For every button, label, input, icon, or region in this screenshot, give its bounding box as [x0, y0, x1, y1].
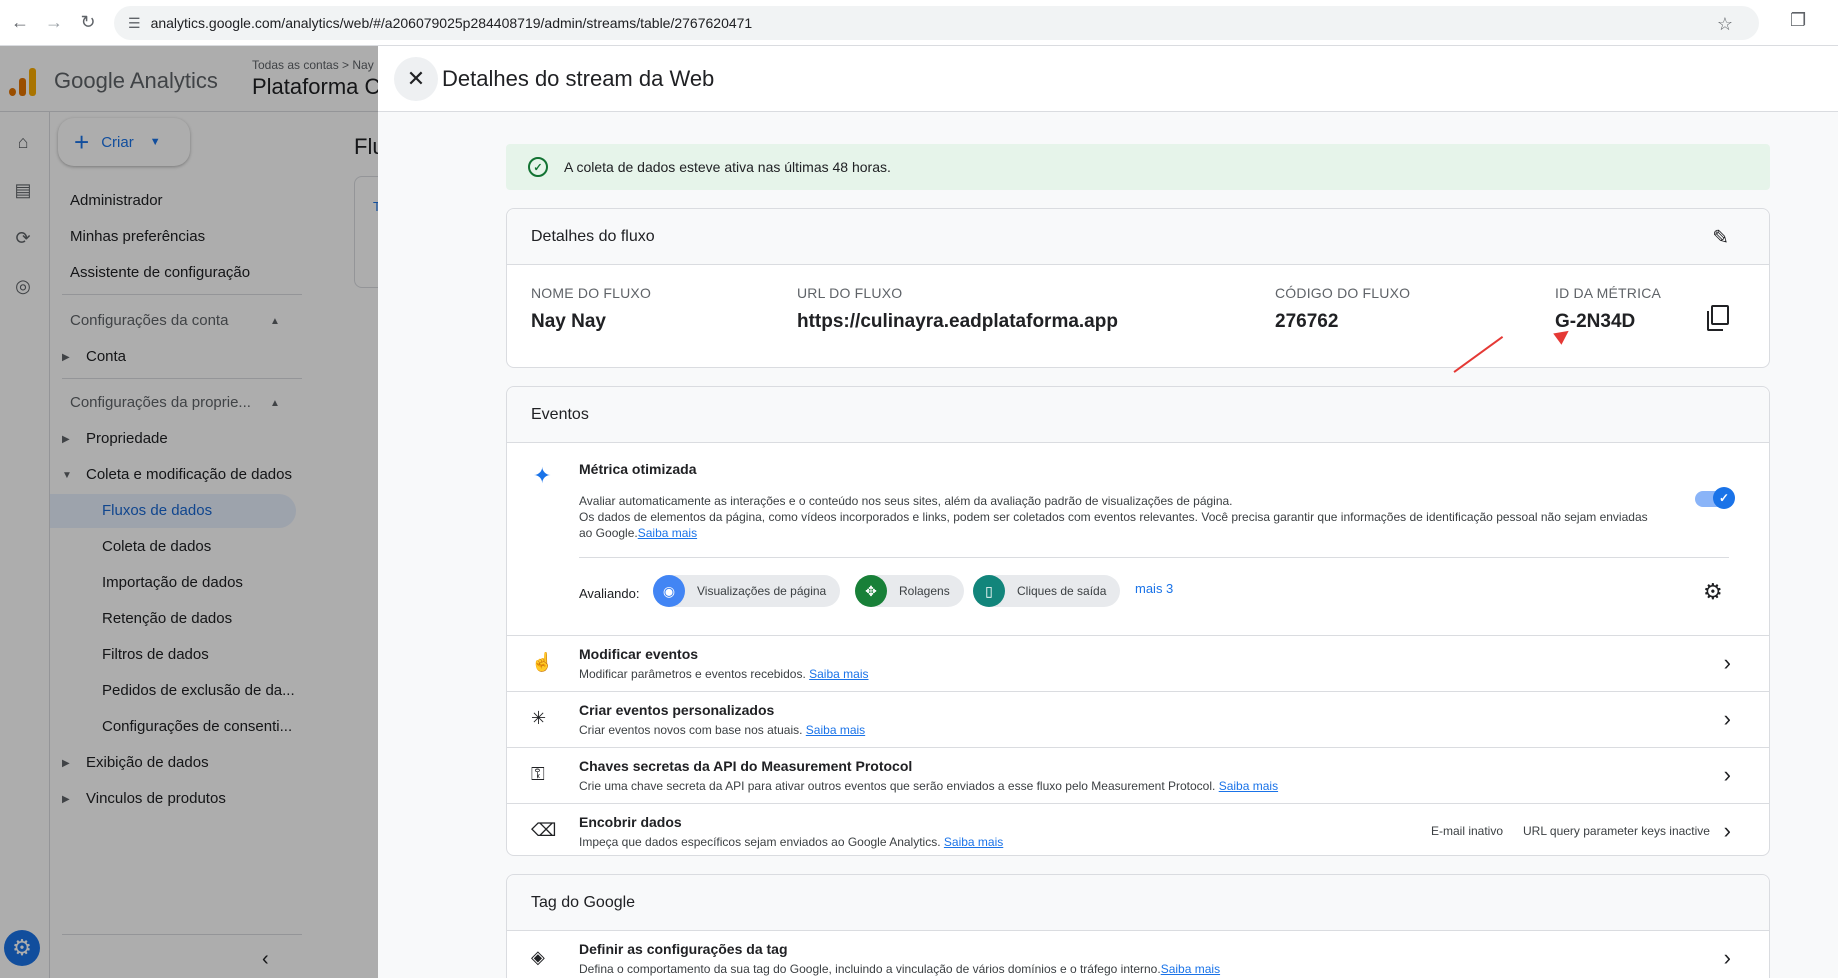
stream-name-value: Nay Nay: [531, 311, 606, 332]
chip-page-views: ◉ Visualizações de página: [653, 575, 841, 607]
web-stream-details-drawer: ✕ Detalhes do stream da Web ✓ A coleta d…: [378, 46, 1838, 978]
events-card: Eventos ✦ Métrica otimizada Avaliar auto…: [506, 386, 1770, 856]
enhanced-measurement-toggle[interactable]: ✓: [1695, 487, 1735, 509]
row-measurement-protocol-secrets[interactable]: ⚿ Chaves secretas da API do Measurement …: [507, 747, 1769, 803]
measurement-id-label: ID DA MÉTRICA: [1555, 285, 1662, 301]
gear-icon[interactable]: ⚙: [1703, 579, 1723, 605]
row-modify-events[interactable]: ☝ Modificar eventos Modificar parâmetros…: [507, 635, 1769, 691]
eye-icon: ◉: [653, 575, 685, 607]
enhanced-measurement-section: ✦ Métrica otimizada Avaliar automaticame…: [507, 443, 1769, 633]
email-inactive-badge: E-mail inativo: [1431, 824, 1504, 838]
extensions-icon[interactable]: ❐: [1790, 10, 1806, 31]
learn-more-link[interactable]: Saiba mais: [638, 526, 697, 540]
drawer-header: ✕ Detalhes do stream da Web: [378, 46, 1838, 112]
url-query-inactive-badge: URL query parameter keys inactive: [1523, 824, 1710, 838]
google-tag-card: Tag do Google ◈ Definir as configurações…: [506, 874, 1770, 978]
divider: [579, 557, 1729, 558]
reload-icon[interactable]: ↻: [74, 9, 102, 37]
stream-details-header: Detalhes do fluxo ✎: [507, 209, 1769, 265]
click-sparkle-icon: ✳: [531, 708, 547, 728]
bookmark-star-icon[interactable]: ☆: [1717, 14, 1733, 35]
sparkle-icon: ✦: [533, 463, 552, 488]
chip-outbound-clicks: ▯ Cliques de saída: [973, 575, 1121, 607]
chevron-right-icon: ›: [1723, 706, 1731, 731]
key-icon: ⚿: [531, 764, 545, 784]
row-create-custom-events[interactable]: ✳ Criar eventos personalizados Criar eve…: [507, 691, 1769, 747]
chevron-right-icon: ›: [1723, 818, 1731, 843]
url-text: analytics.google.com/analytics/web/#/a20…: [150, 15, 753, 31]
enhanced-measurement-title: Métrica otimizada: [579, 461, 697, 477]
learn-more-link[interactable]: Saiba mais: [944, 835, 1003, 849]
address-bar[interactable]: ☰ analytics.google.com/analytics/web/#/a…: [114, 6, 1759, 40]
chip-scrolls: ✥ Rolagens: [855, 575, 964, 607]
chevron-right-icon: ›: [1723, 650, 1731, 675]
row-configure-tag-settings[interactable]: ◈ Definir as configurações da tag Defina…: [507, 931, 1769, 978]
drawer-title: Detalhes do stream da Web: [442, 66, 715, 91]
site-info-icon[interactable]: ☰: [128, 15, 141, 32]
eraser-icon: ⌫: [531, 820, 557, 840]
chevron-right-icon: ›: [1723, 762, 1731, 787]
browser-toolbar: ← → ↻ ☰ analytics.google.com/analytics/w…: [0, 0, 1838, 46]
back-arrow-icon[interactable]: ←: [6, 9, 34, 37]
google-tag-header: Tag do Google: [507, 875, 1769, 931]
stream-code-value: 276762: [1275, 311, 1339, 332]
scroll-arrows-icon: ✥: [855, 575, 887, 607]
events-header: Eventos: [507, 387, 1769, 443]
check-circle-icon: ✓: [528, 157, 548, 177]
more-events-link[interactable]: mais 3: [1135, 581, 1173, 596]
learn-more-link[interactable]: Saiba mais: [1161, 962, 1220, 976]
stream-name-label: NOME DO FLUXO: [531, 285, 652, 301]
chevron-right-icon: ›: [1723, 945, 1731, 970]
evaluating-label: Avaliando:: [579, 586, 640, 601]
stream-url-value: https://culinayra.eadplataforma.app: [797, 311, 1118, 332]
mouse-icon: ▯: [973, 575, 1005, 607]
enhanced-measurement-description: Avaliar automaticamente as interações e …: [579, 494, 1648, 540]
forward-arrow-icon[interactable]: →: [40, 9, 68, 37]
modal-scrim[interactable]: [0, 46, 378, 978]
tag-icon: ◈: [531, 947, 545, 967]
row-redact-data[interactable]: ⌫ Encobrir dados Impeça que dados especí…: [507, 803, 1769, 859]
check-icon: ✓: [1713, 487, 1735, 509]
stream-url-label: URL DO FLUXO: [797, 285, 903, 301]
edit-pencil-icon[interactable]: ✎: [1712, 225, 1729, 250]
learn-more-link[interactable]: Saiba mais: [809, 667, 868, 681]
stream-details-card: Detalhes do fluxo ✎ NOME DO FLUXO Nay Na…: [506, 208, 1770, 368]
copy-icon[interactable]: [1707, 305, 1729, 331]
learn-more-link[interactable]: Saiba mais: [1219, 779, 1278, 793]
alert-text: A coleta de dados esteve ativa nas últim…: [564, 159, 891, 175]
data-collection-status-alert: ✓ A coleta de dados esteve ativa nas últ…: [506, 144, 1770, 190]
touch-hand-icon: ☝: [531, 652, 554, 672]
stream-code-label: CÓDIGO DO FLUXO: [1275, 285, 1411, 301]
close-icon[interactable]: ✕: [394, 57, 438, 101]
learn-more-link[interactable]: Saiba mais: [806, 723, 865, 737]
